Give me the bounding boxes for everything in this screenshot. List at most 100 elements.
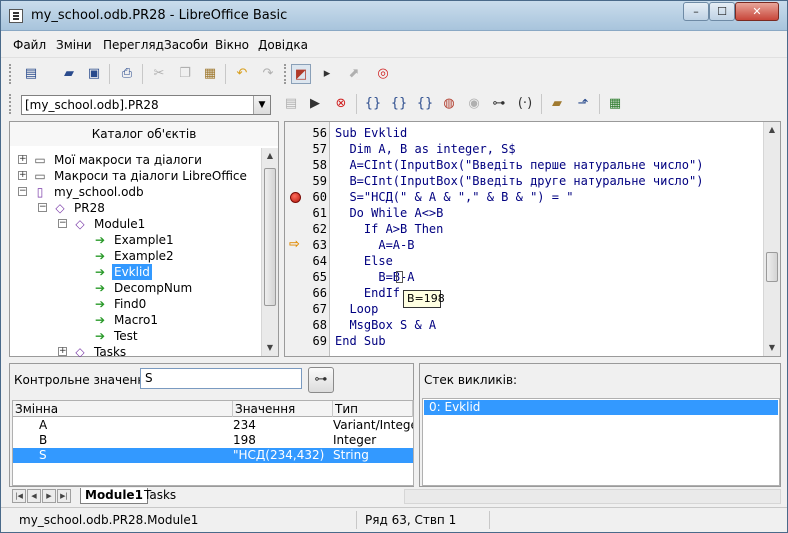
- line-number: 68: [312, 318, 327, 332]
- scroll-down-icon[interactable]: ▼: [262, 340, 278, 356]
- cut-icon[interactable]: ✂: [149, 64, 169, 84]
- watch-table-header: Змінна Значення Тип: [13, 401, 413, 417]
- last-tab-icon[interactable]: ▶|: [57, 489, 71, 503]
- object-catalog: Каталог об'єктів + ▭ Мої макроси та діал…: [9, 121, 279, 357]
- macro-arrow-icon: ➔: [94, 233, 106, 247]
- collapse-icon[interactable]: −: [58, 219, 67, 228]
- tab-tasks[interactable]: Tasks: [140, 488, 180, 504]
- call-stack-list[interactable]: 0: Evklid: [422, 398, 780, 486]
- variable-tooltip: B=198: [403, 290, 445, 308]
- macro-arrow-icon: ➔: [94, 297, 106, 311]
- object-catalog-icon[interactable]: ◩: [291, 64, 311, 84]
- watch-input[interactable]: S: [140, 368, 302, 389]
- run-basic-icon[interactable]: ▶: [305, 94, 325, 114]
- code-line: Sub Evklid: [335, 126, 408, 140]
- table-row[interactable]: A 234 Variant/Integer: [13, 418, 413, 433]
- table-row-selected[interactable]: S "НСД(234,432) = String: [13, 448, 413, 463]
- remove-watch-button[interactable]: ⊶: [308, 367, 334, 393]
- breakpoint-icon[interactable]: [290, 192, 301, 203]
- step-out-icon[interactable]: {}: [415, 94, 435, 114]
- watch-table[interactable]: Змінна Значення Тип A 234 Variant/Intege…: [12, 400, 414, 486]
- close-button[interactable]: ✕: [735, 2, 779, 21]
- line-number-gutter[interactable]: 56 57 58 59 60 61 62 63 64 65 66 67 68 6…: [285, 122, 330, 356]
- export-icon[interactable]: ⬈: [344, 64, 364, 84]
- menu-window[interactable]: Вікно: [215, 38, 249, 52]
- expand-icon[interactable]: +: [18, 171, 27, 180]
- column-header-type[interactable]: Тип: [333, 401, 413, 417]
- code-editor[interactable]: 56 57 58 59 60 61 62 63 64 65 66 67 68 6…: [284, 121, 781, 357]
- import-basic-icon[interactable]: ▰: [547, 94, 567, 114]
- catalog-scrollbar[interactable]: ▲ ▼: [261, 148, 278, 356]
- horizontal-scrollbar[interactable]: [404, 489, 781, 504]
- next-tab-icon[interactable]: ▶: [42, 489, 56, 503]
- help-lifebuoy-icon[interactable]: ◎: [373, 64, 393, 84]
- scroll-up-icon[interactable]: ▲: [764, 122, 780, 138]
- toolbar-separator: [109, 64, 110, 84]
- tree-item-label: Макроси та діалоги LibreOffice: [54, 169, 247, 183]
- breakpoint-icon[interactable]: ◍: [439, 94, 459, 114]
- editor-scrollbar[interactable]: ▲ ▼: [763, 122, 780, 356]
- maximize-button[interactable]: ☐: [709, 2, 735, 21]
- toolbar-handle[interactable]: [284, 64, 287, 84]
- compile-icon[interactable]: ▤: [281, 94, 301, 114]
- code-line: A=CInt(InputBox("Введіть перше натуральн…: [335, 158, 704, 172]
- new-document-icon[interactable]: ▤: [21, 64, 41, 84]
- open-folder-icon[interactable]: ▰: [59, 64, 79, 84]
- toolbar-handle[interactable]: [9, 64, 12, 84]
- menu-view[interactable]: Перегляд: [103, 38, 164, 52]
- step-into-icon[interactable]: {}: [363, 94, 383, 114]
- code-area[interactable]: Sub Evklid Dim A, B as integer, S$ A=CIn…: [335, 122, 760, 356]
- tab-module1[interactable]: Module1: [80, 488, 148, 504]
- menu-edit[interactable]: Зміни: [56, 38, 92, 52]
- minimize-button[interactable]: –: [683, 2, 709, 21]
- column-header-value[interactable]: Значення: [233, 401, 333, 417]
- code-line: S="НСД(" & A & "," & B & ") = ": [335, 190, 574, 204]
- print-icon[interactable]: ⎙: [117, 64, 137, 84]
- drive-icon: ▭: [34, 153, 46, 167]
- chevron-down-icon[interactable]: ▼: [253, 96, 270, 114]
- collapse-icon[interactable]: −: [18, 187, 27, 196]
- code-line: End Sub: [335, 334, 386, 348]
- code-line: If A>B Then: [335, 222, 444, 236]
- expand-icon[interactable]: +: [58, 347, 67, 356]
- line-number: 66: [312, 286, 327, 300]
- menu-help[interactable]: Довідка: [258, 38, 308, 52]
- menu-tools[interactable]: Засоби: [164, 38, 208, 52]
- paste-icon[interactable]: ▦: [200, 64, 220, 84]
- library-select[interactable]: [my_school.odb].PR28 ▼: [21, 95, 271, 115]
- line-number: 59: [312, 174, 327, 188]
- watch-panel: Контрольне значення: S ⊶ Змінна Значення…: [9, 363, 414, 487]
- redo-icon[interactable]: ↷: [258, 64, 278, 84]
- column-header-variable[interactable]: Змінна: [13, 401, 233, 417]
- expand-icon[interactable]: +: [18, 155, 27, 164]
- manage-breakpoints-icon[interactable]: ◉: [464, 94, 484, 114]
- tree-item-label: Example2: [114, 249, 174, 263]
- undo-icon[interactable]: ↶: [232, 64, 252, 84]
- step-over-icon[interactable]: {}: [389, 94, 409, 114]
- menu-file[interactable]: Файл: [13, 38, 46, 52]
- enable-watch-icon[interactable]: ⊶: [489, 94, 509, 114]
- stop-icon[interactable]: ⊗: [331, 94, 351, 114]
- scroll-thumb[interactable]: [264, 168, 276, 306]
- prev-tab-icon[interactable]: ◀: [27, 489, 41, 503]
- first-tab-icon[interactable]: |◀: [12, 489, 26, 503]
- copy-icon[interactable]: ❐: [175, 64, 195, 84]
- toolbar-handle[interactable]: [9, 94, 12, 114]
- tree-item-label: DecompNum: [114, 281, 193, 295]
- find-parentheses-icon[interactable]: (·): [515, 94, 535, 114]
- table-row[interactable]: B 198 Integer: [13, 433, 413, 448]
- module-icon: ◇: [75, 345, 85, 357]
- toolbar-separator: [142, 64, 143, 84]
- scroll-up-icon[interactable]: ▲: [262, 148, 278, 164]
- save-icon[interactable]: ▣: [84, 64, 104, 84]
- code-line: B=CInt(InputBox("Введіть друге натуральн…: [335, 174, 704, 188]
- call-stack-item[interactable]: 0: Evklid: [424, 400, 778, 415]
- select-macro-icon[interactable]: ▦: [605, 94, 625, 114]
- export-basic-icon[interactable]: ⬏: [573, 94, 593, 114]
- collapse-icon[interactable]: −: [38, 203, 47, 212]
- ide-window: my_school.odb.PR28 - LibreOffice Basic –…: [0, 0, 788, 533]
- line-number: 67: [312, 302, 327, 316]
- scroll-thumb[interactable]: [766, 252, 778, 282]
- scroll-down-icon[interactable]: ▼: [764, 340, 780, 356]
- run-icon[interactable]: ▸: [317, 64, 337, 84]
